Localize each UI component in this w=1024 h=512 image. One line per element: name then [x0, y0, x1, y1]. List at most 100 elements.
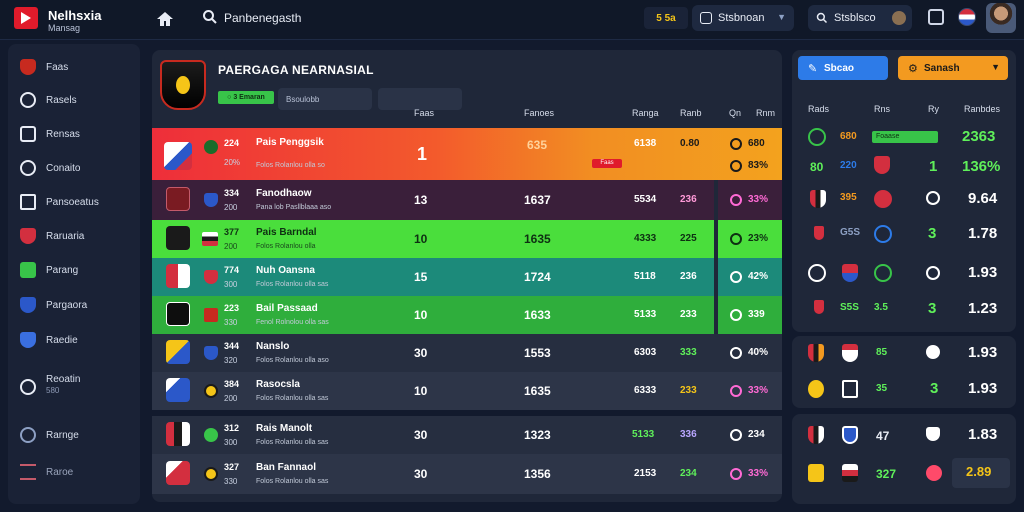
odds-a: 47	[876, 429, 890, 443]
user-label: Stsblsco	[834, 12, 876, 24]
points: 1633	[524, 308, 551, 322]
sidebar-item-rasels[interactable]: Rasels	[8, 87, 140, 113]
filter-select-2[interactable]	[378, 88, 462, 110]
points: 635	[527, 138, 548, 152]
brand-title: Nelhsxia	[48, 8, 102, 23]
coins-badge[interactable]: 5 5a	[644, 7, 688, 29]
account-label: Stsbnoan	[718, 12, 765, 24]
sidebar-item-rensas[interactable]: Rensas	[8, 121, 140, 147]
table-row[interactable]: 774 300 Nuh Oansna Folos Rolanlou olla s…	[152, 258, 714, 296]
status-icon	[730, 309, 742, 321]
team-crest-icon	[164, 142, 192, 170]
logout-icon	[20, 464, 36, 480]
table-row[interactable]: 312 300 Rais Manolt Folos Rolanlou olla …	[152, 416, 782, 454]
mini-avatar	[892, 11, 906, 25]
sanash-button[interactable]: ⚙ Sanash ▼	[898, 56, 1008, 80]
team-sub: Folos Rolanlou olla sas	[256, 281, 329, 288]
share-icon[interactable]	[928, 9, 944, 25]
table-row[interactable]: 344 320 Nanslo Folos Rolanlou olla aso 3…	[152, 334, 782, 372]
status-icon	[730, 429, 742, 441]
sidebar-item-conaito[interactable]: Conaito	[8, 155, 140, 181]
team-badge-icon	[874, 190, 892, 208]
team-name: Rais Manolt	[256, 423, 313, 434]
status-icon	[926, 266, 940, 280]
col-header-ranga[interactable]: Ranga	[632, 108, 659, 118]
col-header-rads: Rads	[808, 104, 830, 114]
odds-value: 1.93	[968, 264, 998, 281]
team-badge-icon	[204, 384, 218, 398]
sidebar-item-reoatin[interactable]: Reoatin 580	[8, 372, 140, 402]
filter-select[interactable]: Bsoulobb	[278, 88, 372, 110]
col-header-faas[interactable]: Faas	[414, 108, 434, 118]
odds-value: 3	[928, 300, 937, 317]
sidebar-item-parang[interactable]: Parang	[8, 257, 140, 283]
col-header-rnm[interactable]: Rnm	[756, 108, 775, 118]
home-icon[interactable]	[155, 9, 175, 29]
odds-highlight[interactable]: 2.89	[952, 458, 1010, 488]
odds-value: 3	[930, 380, 939, 397]
search-input[interactable]: Panbenegasth	[224, 11, 301, 25]
account-dropdown[interactable]: Stsbnoan ▼	[692, 5, 794, 31]
form-value: 333	[680, 347, 697, 358]
sidebar-item-raroe[interactable]: Raroe	[8, 459, 140, 485]
chevron-down-icon: ▼	[777, 12, 786, 22]
col-header-fanoes[interactable]: Fanoes	[524, 108, 554, 118]
team-badge-icon	[874, 225, 892, 243]
sidebar-item-faas[interactable]: Faas	[8, 54, 140, 80]
form-value: 234	[680, 468, 697, 479]
team-crest-icon	[874, 156, 890, 174]
table-row[interactable]: 223 330 Bail Passaad Fenol Rolnolou olla…	[152, 296, 714, 334]
sidebar-item-rarnge[interactable]: Rarnge	[8, 422, 140, 448]
live-badge[interactable]: ○ 3 Emaran	[218, 91, 274, 104]
team-name: Nanslo	[256, 341, 290, 352]
team-crest-icon	[842, 344, 858, 362]
team-crest-icon	[842, 380, 858, 398]
table-row-status: 339	[718, 296, 782, 334]
col-header-qn[interactable]: Qn	[729, 108, 741, 118]
pct-value: 680	[748, 138, 765, 149]
table-row[interactable]: 377 200 Pais Barndal Folos Rolanlou olla…	[152, 220, 714, 258]
search-icon[interactable]	[202, 9, 218, 25]
sidebar-item-pansoeatus[interactable]: Pansoeatus	[8, 189, 140, 215]
status-icon	[730, 194, 742, 206]
table-row-status: 33%	[718, 180, 782, 220]
app-logo-icon[interactable]	[14, 7, 38, 29]
sidebar-item-pargaora[interactable]: Pargaora	[8, 292, 140, 318]
team-badge-icon	[204, 308, 218, 322]
user-search[interactable]: Stsblsco	[808, 5, 912, 31]
team-crest-icon	[842, 464, 858, 482]
team-name: Pais Barndal	[256, 227, 317, 238]
odds-a: S5S	[840, 302, 859, 313]
language-flag-icon[interactable]	[958, 8, 976, 26]
odds-value: 1.83	[968, 426, 998, 443]
col-header-ranb[interactable]: Ranb	[680, 108, 702, 118]
table-row[interactable]: 334 200 Fanodhaow Pana lob Pasllblaaa as…	[152, 180, 714, 220]
goal-diff: 5133	[632, 429, 655, 440]
team-crest-icon	[166, 340, 190, 364]
matches-played: 30	[414, 428, 428, 442]
team-sub: Folos Rolanlou olla	[256, 243, 316, 250]
sbcao-button[interactable]: ✎ Sbcao	[798, 56, 888, 80]
rank-sub: 200	[224, 203, 238, 212]
rank-sub: 330	[224, 477, 238, 486]
goal-diff: 6303	[634, 347, 657, 358]
team-sub: Folos Rolanlou olla aso	[256, 357, 329, 364]
sidebar-item-raedie[interactable]: Raedie	[8, 327, 140, 353]
team-crest-icon	[808, 464, 824, 482]
table-row-status: 42%	[718, 258, 782, 296]
avatar[interactable]	[986, 3, 1016, 33]
team-sub: Folos Rolanlou olla sas	[256, 439, 329, 446]
form-value: 0.80	[680, 138, 700, 149]
col-header-ranbdes: Ranbdes	[964, 104, 1001, 114]
form-value: 236	[680, 194, 697, 205]
globe-icon	[20, 427, 36, 443]
odds-panel-2: 85 1.93 35 3 1.93	[792, 336, 1016, 408]
table-row[interactable]: 224 20% Pais Penggsik Folos Rolanlou oll…	[152, 128, 782, 180]
pct-value: 33%	[748, 468, 769, 479]
pct-value: 33%	[748, 385, 769, 396]
sidebar-item-raruaria[interactable]: Raruaria	[8, 223, 140, 249]
col-header-ry: Ry	[928, 104, 939, 114]
table-row[interactable]: 327 330 Ban Fannaol Folos Rolanlou olla …	[152, 454, 782, 494]
table-row[interactable]: 384 200 Rasocsla Folos Rolanlou olla sas…	[152, 372, 782, 410]
odds-value: 1.23	[968, 300, 998, 317]
